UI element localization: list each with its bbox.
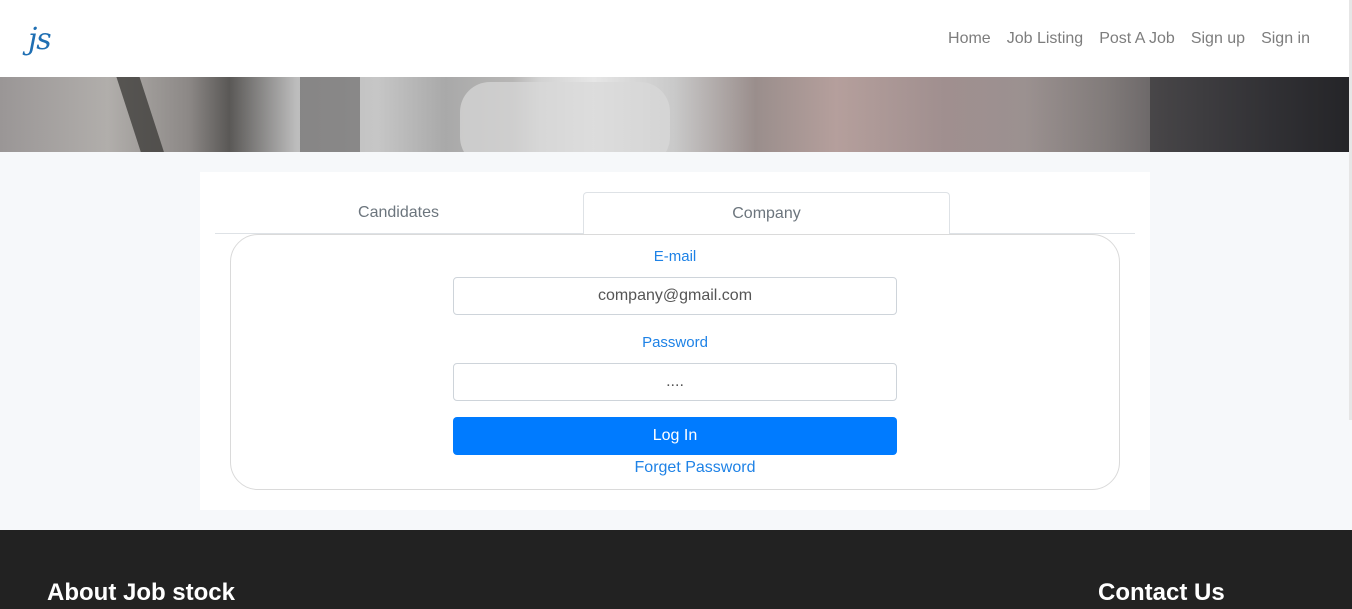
tab-candidates[interactable]: Candidates [215,192,582,234]
main-nav: Home Job Listing Post A Job Sign up Sign… [948,28,1310,50]
hero-blur-shape [460,82,670,152]
forget-password-link[interactable]: Forget Password [231,458,1119,478]
company-login-form: E-mail company@gmail.com Password .... L… [230,234,1120,490]
footer-contact-heading: Contact Us [1098,579,1225,606]
nav-sign-in-link[interactable]: Sign in [1261,28,1310,50]
tab-company[interactable]: Company [583,192,950,235]
footer-about-heading: About Job stock [47,579,236,606]
nav-home-link[interactable]: Home [948,28,991,50]
login-card: Candidates Company E-mail company@gmail.… [200,172,1150,510]
top-navbar: js Home Job Listing Post A Job Sign up S… [0,0,1349,77]
hero-blur-shape [115,77,167,152]
brand-logo[interactable]: js [28,22,64,64]
password-field[interactable]: .... [453,363,897,401]
email-label: E-mail [653,248,697,265]
email-field[interactable]: company@gmail.com [453,277,897,315]
hero-banner-image [0,77,1349,152]
hero-blur-shape [300,77,360,152]
nav-sign-up-link[interactable]: Sign up [1191,28,1245,50]
password-label: Password [642,334,708,351]
nav-post-job-link[interactable]: Post A Job [1099,28,1175,50]
login-tabs: Candidates Company [215,192,1135,235]
nav-job-listing-link[interactable]: Job Listing [1007,28,1084,50]
log-in-button[interactable]: Log In [453,417,897,455]
hero-blur-shape [1150,77,1349,152]
site-footer: About Job stock Contact Us [0,530,1352,609]
